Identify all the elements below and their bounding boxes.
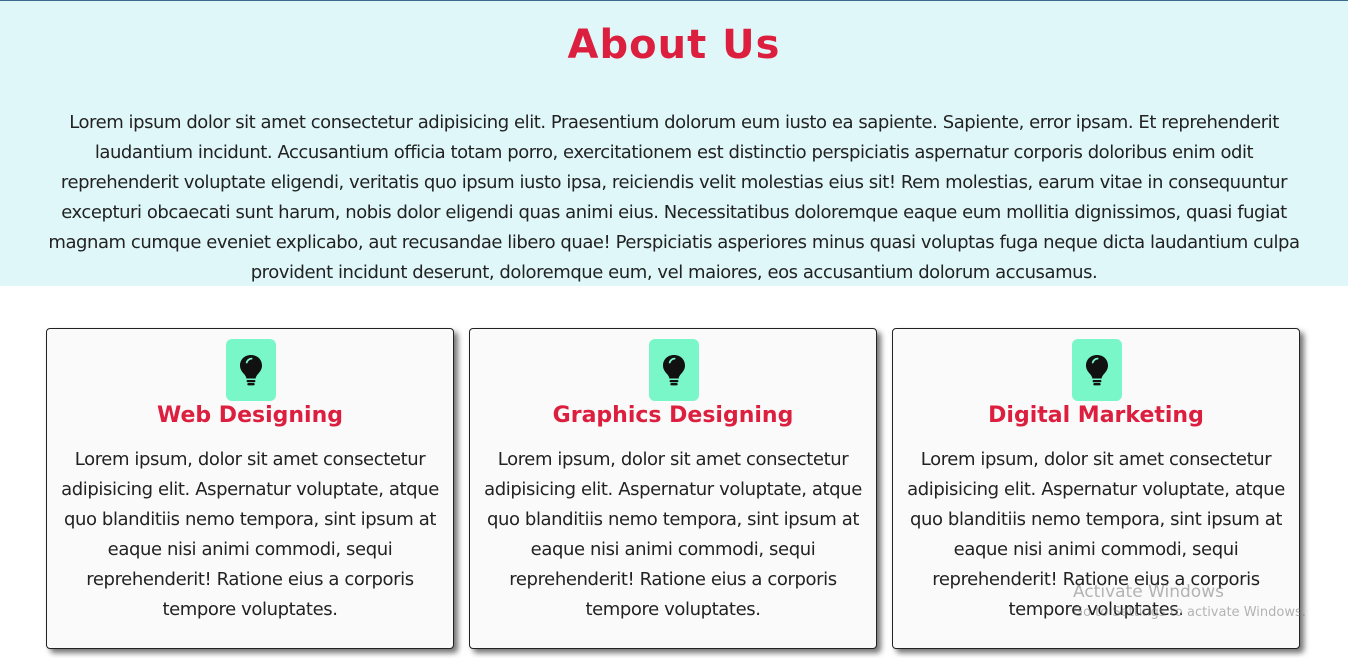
lightbulb-icon [226,339,276,401]
card-text: Lorem ipsum, dolor sit amet consectetur … [61,449,439,620]
lightbulb-icon [1072,339,1122,401]
about-section: About Us Lorem ipsum dolor sit amet cons… [0,1,1348,286]
card-text: Lorem ipsum, dolor sit amet consectetur … [484,449,862,620]
service-card-web-designing: Web Designing Lorem ipsum, dolor sit ame… [46,328,454,649]
about-text: Lorem ipsum dolor sit amet consectetur a… [48,112,1300,283]
lightbulb-icon [649,339,699,401]
service-card-digital-marketing: Digital Marketing Lorem ipsum, dolor sit… [892,328,1300,649]
about-title: About Us [567,22,781,68]
card-text: Lorem ipsum, dolor sit amet consectetur … [907,449,1285,620]
service-card-graphics-designing: Graphics Designing Lorem ipsum, dolor si… [469,328,877,649]
card-title: Graphics Designing [552,403,794,428]
card-title: Digital Marketing [988,403,1204,428]
card-title: Web Designing [157,403,343,428]
